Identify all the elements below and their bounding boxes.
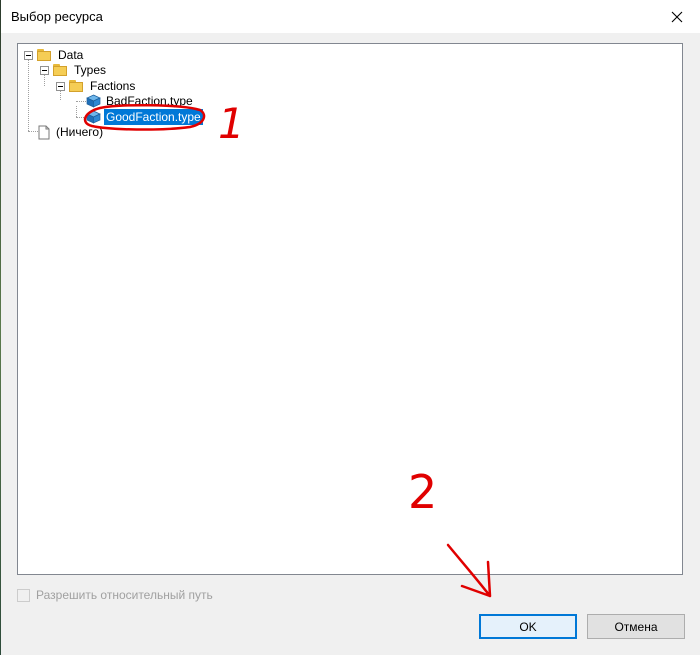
tree-connector xyxy=(28,59,29,131)
tree-connector xyxy=(60,90,61,100)
tree-node-label: Data xyxy=(58,48,84,62)
tree-node-label: Types xyxy=(74,63,107,77)
folder-icon xyxy=(68,79,84,93)
tree-node-nothing[interactable]: (Ничего) xyxy=(36,124,105,140)
tree-node-label-selected: GoodFaction.type xyxy=(104,109,203,125)
expand-collapse-icon[interactable] xyxy=(24,51,33,60)
desktop-background-strip xyxy=(0,0,1,655)
tree-node-types[interactable]: Types xyxy=(52,62,108,78)
tree-connector xyxy=(76,117,86,118)
resource-tree[interactable]: Data Types Factions BadFaction.type Good… xyxy=(17,43,683,575)
tree-node-data[interactable]: Data xyxy=(36,47,85,63)
tree-node-factions[interactable]: Factions xyxy=(68,78,137,94)
window-title: Выбор ресурса xyxy=(11,9,103,24)
tree-connector xyxy=(44,74,45,86)
expand-collapse-icon[interactable] xyxy=(56,82,65,91)
tree-node-label: Factions xyxy=(90,79,136,93)
close-icon xyxy=(671,11,683,22)
allow-relative-path-label: Разрешить относительный путь xyxy=(36,588,213,602)
tree-node-label: BadFaction.type xyxy=(106,94,193,108)
allow-relative-path-option[interactable]: Разрешить относительный путь xyxy=(17,588,213,602)
folder-icon xyxy=(52,63,68,77)
folder-icon xyxy=(36,48,52,62)
tree-node-label: (Ничего) xyxy=(56,125,104,139)
tree-connector xyxy=(76,106,77,117)
ok-button[interactable]: OK xyxy=(479,614,577,639)
tree-node-bad-faction[interactable]: BadFaction.type xyxy=(86,93,195,109)
type-file-icon xyxy=(86,94,101,108)
tree-connector xyxy=(76,101,86,102)
type-file-icon xyxy=(86,110,101,124)
allow-relative-path-checkbox[interactable] xyxy=(17,588,30,602)
tree-node-good-faction[interactable]: GoodFaction.type xyxy=(86,109,203,125)
cancel-button[interactable]: Отмена xyxy=(587,614,685,639)
blank-document-icon xyxy=(38,125,50,139)
expand-collapse-icon[interactable] xyxy=(40,66,49,75)
close-button[interactable] xyxy=(654,0,700,33)
title-bar[interactable]: Выбор ресурса xyxy=(1,0,700,33)
